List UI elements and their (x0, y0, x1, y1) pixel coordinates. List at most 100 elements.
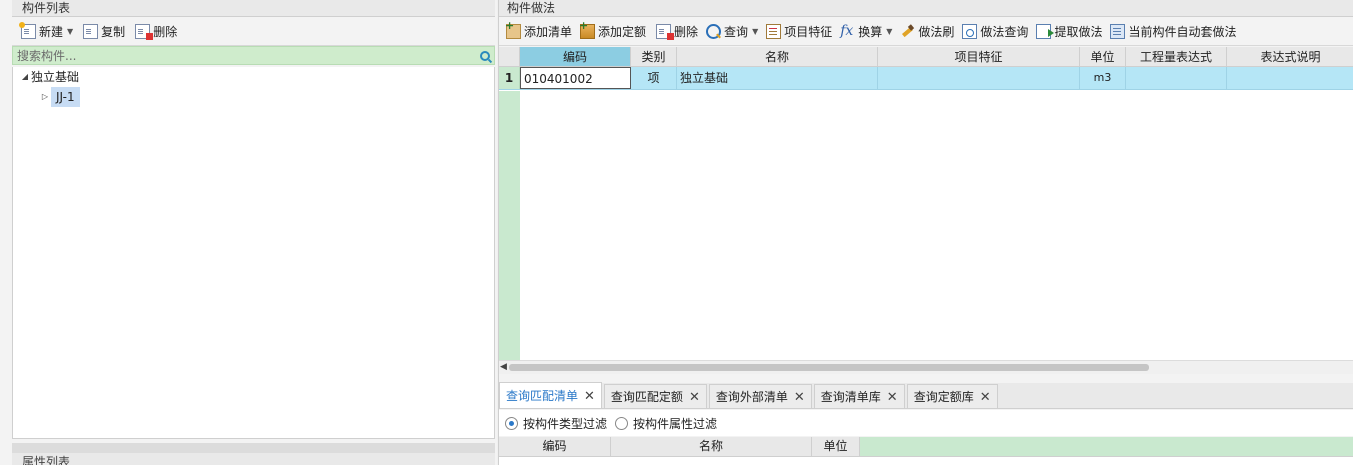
result-header-filler (860, 437, 1353, 457)
component-tree: ◢ 独立基础 ▷ JJ-1 (12, 67, 495, 439)
close-icon[interactable]: ✕ (794, 390, 805, 405)
auto-method-button[interactable]: 当前构件自动套做法 (1107, 20, 1241, 42)
chevron-down-icon[interactable]: ▼ (886, 27, 892, 36)
column-header-code[interactable]: 编码 (520, 47, 631, 66)
row-number-column (499, 91, 520, 360)
result-column-unit[interactable]: 单位 (812, 437, 860, 457)
tab-match-list[interactable]: 查询匹配清单 ✕ (499, 382, 602, 408)
method-toolbar: 添加清单 添加定额 删除 查询 ▼ 项目特征 fx 换算 ▼ 做法刷 (499, 17, 1353, 46)
copy-button-label: 复制 (101, 24, 126, 39)
convert-label: 换算 (858, 24, 883, 39)
query-tabs: 查询匹配清单 ✕ 查询匹配定额 ✕ 查询外部清单 ✕ 查询清单库 ✕ 查询定额库 ✕ (499, 382, 1353, 409)
tab-match-quota-label: 查询匹配定额 (610, 390, 683, 404)
column-header-name[interactable]: 名称 (677, 47, 878, 66)
delete-button-label: 删除 (153, 24, 178, 39)
scroll-left-arrow-icon[interactable]: ◀ (500, 362, 507, 372)
extract-method-button[interactable]: 提取做法 (1033, 20, 1107, 42)
tab-external-list[interactable]: 查询外部清单 ✕ (708, 384, 812, 408)
property-list-title: 属性列表 (12, 453, 495, 465)
query-label: 查询 (724, 24, 749, 39)
tab-match-quota[interactable]: 查询匹配定额 ✕ (603, 384, 707, 408)
column-header-unit[interactable]: 单位 (1080, 47, 1126, 66)
tab-quota-library[interactable]: 查询定额库 ✕ (906, 384, 998, 408)
component-method-title: 构件做法 (499, 0, 1353, 17)
collapse-triangle-icon[interactable]: ◢ (19, 67, 31, 87)
item-feature-button[interactable]: 项目特征 (763, 20, 837, 42)
component-method-panel: 构件做法 添加清单 添加定额 删除 查询 ▼ 项目特征 fx 换算 ▼ (498, 0, 1353, 465)
tab-list-library-label: 查询清单库 (820, 390, 881, 404)
method-query-button[interactable]: 做法查询 (959, 20, 1033, 42)
method-brush-button[interactable]: 做法刷 (897, 20, 959, 42)
result-column-name[interactable]: 名称 (611, 437, 812, 457)
column-header-type[interactable]: 类别 (631, 47, 677, 66)
tab-external-list-label: 查询外部清单 (715, 390, 788, 404)
tab-quota-library-label: 查询定额库 (913, 390, 974, 404)
close-icon[interactable]: ✕ (887, 390, 898, 405)
scrollbar-thumb[interactable] (509, 364, 1149, 371)
chevron-down-icon[interactable]: ▼ (752, 27, 758, 36)
add-quota-icon (579, 19, 596, 39)
query-result-body (499, 457, 1353, 465)
query-magnifier-icon (706, 23, 722, 39)
query-button[interactable]: 查询 ▼ (703, 20, 763, 42)
result-column-code[interactable]: 编码 (499, 437, 611, 457)
add-quota-button[interactable]: 添加定额 (577, 19, 651, 42)
tree-item-root[interactable]: ◢ 独立基础 (13, 67, 494, 87)
column-header-feature[interactable]: 项目特征 (878, 47, 1080, 66)
add-list-button[interactable]: 添加清单 (503, 19, 577, 42)
auto-apply-icon (1110, 23, 1126, 39)
component-search (12, 46, 495, 65)
component-list-toolbar: 新建 ▼ 复制 删除 (12, 17, 495, 46)
cell-expression[interactable] (1126, 67, 1227, 89)
filter-by-type-radio[interactable] (505, 416, 518, 430)
column-header-expression[interactable]: 工程量表达式 (1126, 47, 1227, 66)
add-list-label: 添加清单 (524, 24, 573, 39)
filter-by-attr-radio[interactable] (615, 416, 629, 430)
close-icon[interactable]: ✕ (584, 389, 595, 404)
row-number[interactable]: 1 (499, 67, 520, 89)
cell-type[interactable]: 项 (631, 67, 677, 89)
column-header-expression-desc[interactable]: 表达式说明 (1227, 47, 1353, 66)
horizontal-scrollbar[interactable]: ◀ (499, 360, 1353, 374)
delete-method-label: 删除 (674, 24, 699, 39)
new-button-label: 新建 (39, 24, 64, 39)
tab-list-library[interactable]: 查询清单库 ✕ (813, 384, 905, 408)
add-quota-label: 添加定额 (598, 24, 647, 39)
rownum-header (499, 47, 520, 66)
filter-by-attr-label[interactable]: 按构件属性过滤 (633, 415, 717, 432)
cell-feature[interactable] (878, 67, 1080, 89)
extract-icon (1036, 23, 1055, 39)
convert-button[interactable]: fx 换算 ▼ (837, 20, 897, 42)
component-list-title: 构件列表 (12, 0, 495, 17)
delete-button[interactable]: 删除 (130, 20, 182, 42)
query-result-header: 编码 名称 单位 (499, 437, 1353, 457)
expand-triangle-icon[interactable]: ▷ (39, 87, 51, 107)
filter-by-type-label[interactable]: 按构件类型过滤 (523, 415, 607, 432)
cell-expression-desc[interactable] (1227, 67, 1353, 89)
auto-method-label: 当前构件自动套做法 (1128, 24, 1237, 39)
method-query-icon (962, 23, 978, 39)
tree-item-root-label: 独立基础 (31, 70, 80, 84)
tree-item-child[interactable]: ▷ JJ-1 (13, 87, 494, 107)
close-icon[interactable]: ✕ (689, 390, 700, 405)
method-query-label: 做法查询 (980, 24, 1029, 39)
chevron-down-icon[interactable]: ▼ (67, 27, 73, 36)
new-button[interactable]: 新建 ▼ (16, 20, 78, 42)
copy-icon (83, 23, 99, 39)
delete-method-button[interactable]: 删除 (651, 20, 703, 42)
tab-match-list-label: 查询匹配清单 (506, 389, 579, 403)
table-row[interactable]: 1 010401002 项 独立基础 m3 (499, 67, 1353, 90)
cell-code[interactable]: 010401002 (520, 67, 631, 89)
search-icon[interactable] (480, 50, 490, 61)
splitter-bar[interactable] (12, 443, 495, 453)
filter-options: 按构件类型过滤 按构件属性过滤 (499, 410, 1353, 436)
add-list-icon (505, 19, 521, 39)
new-document-icon (19, 21, 36, 39)
fx-icon: fx (840, 22, 854, 39)
close-icon[interactable]: ✕ (980, 390, 991, 405)
cell-unit[interactable]: m3 (1080, 67, 1126, 89)
cell-name[interactable]: 独立基础 (677, 67, 878, 89)
copy-button[interactable]: 复制 (78, 20, 130, 42)
tree-item-child-label[interactable]: JJ-1 (51, 87, 80, 107)
search-input[interactable] (17, 48, 457, 63)
